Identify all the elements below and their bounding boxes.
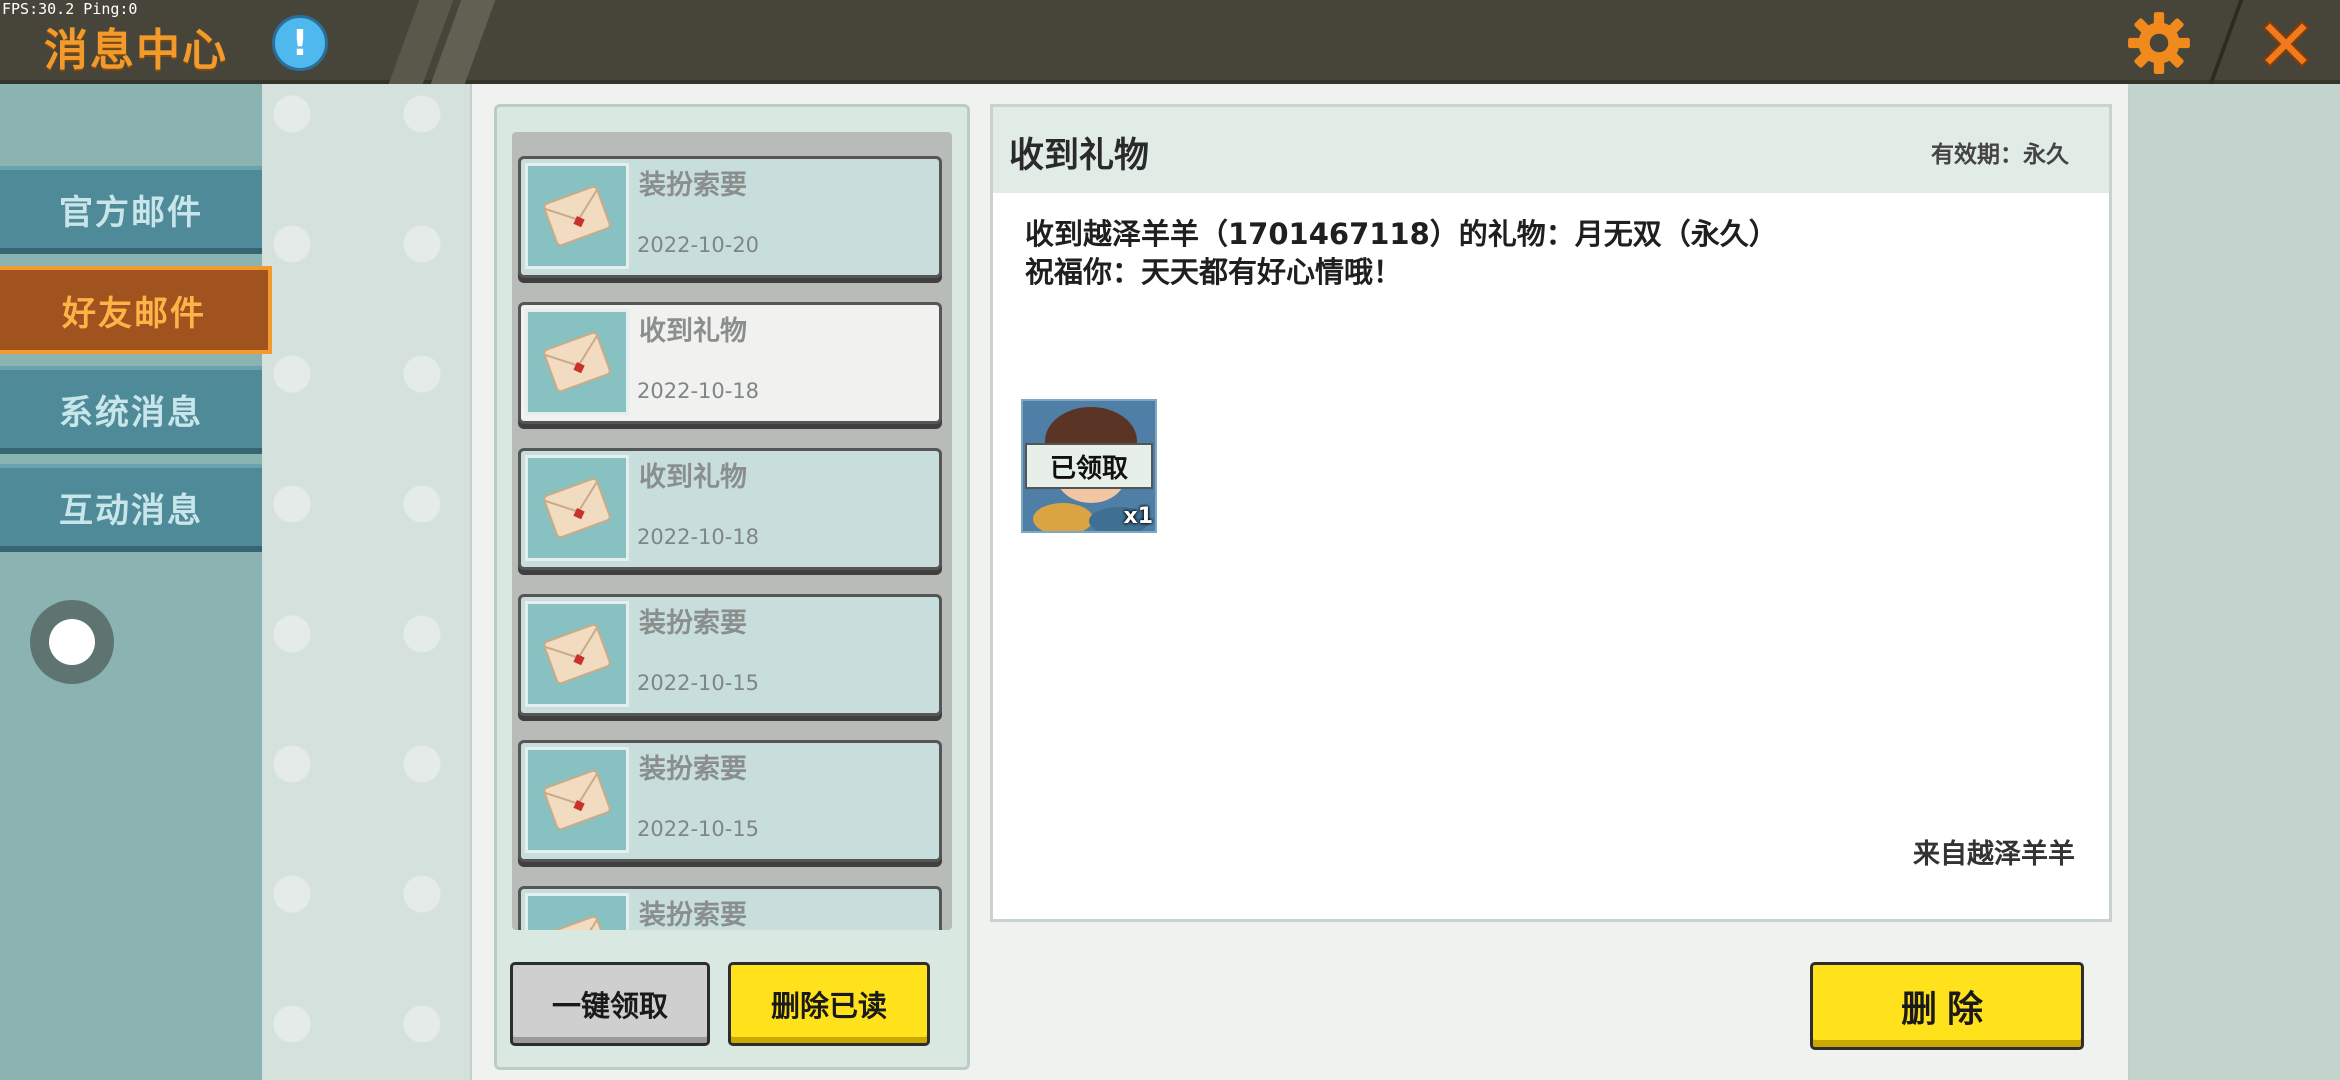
mail-date: 2022-10-18 <box>637 379 760 403</box>
header-divider <box>2208 0 2244 84</box>
sender-label: 来自越泽羊羊 <box>1913 839 2075 870</box>
gift-item-slot[interactable]: 已领取 x1 <box>1021 399 1157 533</box>
mail-subject: 装扮索要 <box>639 608 747 639</box>
detail-title: 收到礼物 <box>1009 136 1150 176</box>
floating-ball-center <box>49 619 95 665</box>
gear-icon[interactable] <box>2126 10 2192 76</box>
header-bar: 消息中心 ! FPS:30.2 Ping:0 <box>0 0 2340 84</box>
mail-date: 2022-10-18 <box>637 525 760 549</box>
info-icon[interactable]: ! <box>272 15 328 71</box>
detail-header: 收到礼物 有效期：永久 <box>993 107 2109 193</box>
mail-item[interactable]: 装扮索要 2022-10-15 <box>518 594 942 716</box>
tab-official-mail[interactable]: 官方邮件 <box>0 166 262 254</box>
mail-list[interactable]: 装扮索要 2022-10-20 收到礼物 2022-10-18 收到礼物 202… <box>512 132 952 930</box>
gift-count: x1 <box>1123 504 1154 529</box>
envelope-icon <box>525 893 629 930</box>
envelope-icon <box>525 747 629 853</box>
envelope-icon <box>525 163 629 269</box>
fps-readout: FPS:30.2 Ping:0 <box>2 0 138 18</box>
close-button[interactable] <box>2250 8 2322 80</box>
page-title: 消息中心 <box>44 25 228 76</box>
mail-item[interactable]: 装扮索要 2022-10-15 <box>518 740 942 862</box>
validity-label: 有效期：永久 <box>1931 142 2069 168</box>
mail-item[interactable]: 装扮索要 2022-10-20 <box>518 156 942 278</box>
close-icon <box>2262 20 2310 68</box>
envelope-icon <box>525 601 629 707</box>
mail-body-line: 祝福你：天天都有好心情哦！ <box>1025 255 1403 289</box>
envelope-icon <box>525 455 629 561</box>
mail-date: 2022-10-15 <box>637 671 760 695</box>
mail-item-selected[interactable]: 收到礼物 2022-10-18 <box>518 302 942 424</box>
background-right <box>2128 84 2340 1080</box>
envelope-icon <box>525 309 629 415</box>
floating-assist-button[interactable] <box>30 600 114 684</box>
mail-detail-panel: 收到礼物 有效期：永久 收到越泽羊羊（1701467118）的礼物：月无双（永久… <box>990 104 2112 922</box>
mail-subject: 装扮索要 <box>639 754 747 785</box>
mail-item[interactable]: 收到礼物 2022-10-18 <box>518 448 942 570</box>
claim-all-button[interactable]: 一键领取 <box>510 962 710 1046</box>
delete-button[interactable]: 删除 <box>1810 962 2084 1050</box>
mail-subject: 装扮索要 <box>639 170 747 201</box>
mail-subject: 装扮索要 <box>639 900 747 930</box>
mail-subject: 收到礼物 <box>639 316 747 347</box>
mail-date: 2022-10-15 <box>637 817 760 841</box>
info-glyph: ! <box>291 22 309 64</box>
mail-item[interactable]: 装扮索要 <box>518 886 942 930</box>
mail-date: 2022-10-20 <box>637 233 760 257</box>
delete-read-button[interactable]: 删除已读 <box>728 962 930 1046</box>
mail-subject: 收到礼物 <box>639 462 747 493</box>
tab-interaction-messages[interactable]: 互动消息 <box>0 464 262 552</box>
tab-friend-mail[interactable]: 好友邮件 <box>0 266 272 354</box>
mail-body-line: 收到越泽羊羊（1701467118）的礼物：月无双（永久） <box>1025 217 1778 251</box>
tab-system-messages[interactable]: 系统消息 <box>0 366 262 454</box>
mail-body: 收到越泽羊羊（1701467118）的礼物：月无双（永久） 祝福你：天天都有好心… <box>1025 215 1778 291</box>
gift-claimed-label: 已领取 <box>1025 443 1153 489</box>
